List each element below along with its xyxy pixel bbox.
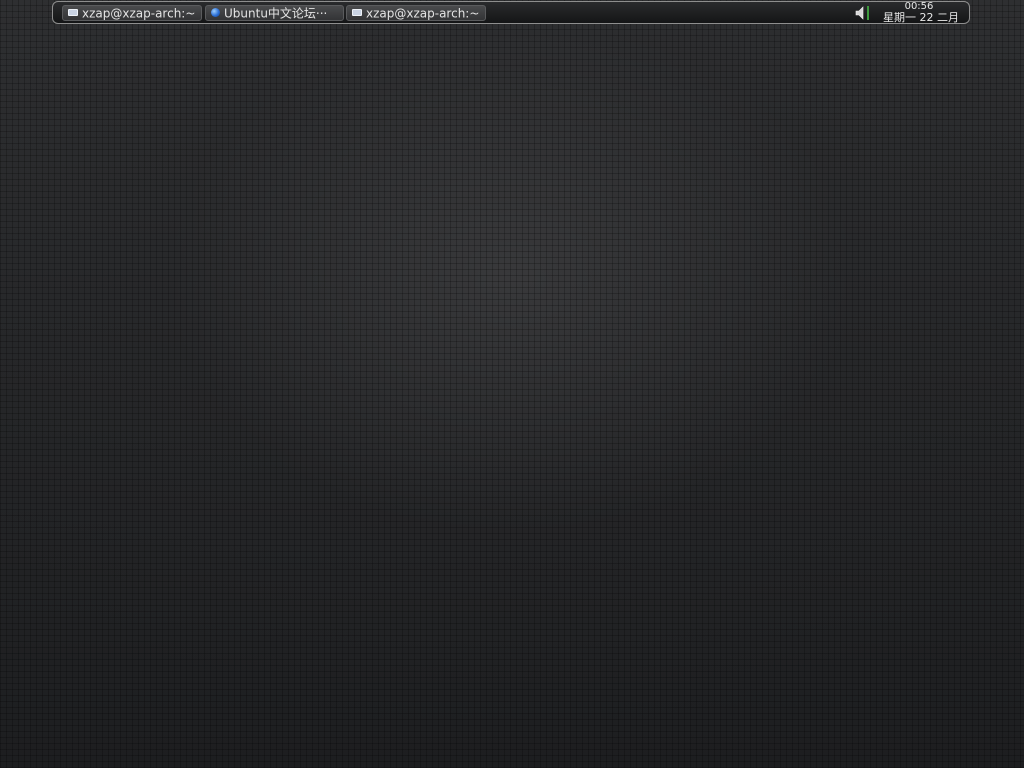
taskbar-item-label: Ubuntu中文论坛··· — [224, 6, 328, 21]
browser-icon — [211, 8, 220, 17]
taskbar-item-browser[interactable]: Ubuntu中文论坛··· — [205, 5, 344, 21]
terminal-icon — [68, 9, 78, 16]
clock-date[interactable]: 星期一 22 二月 — [876, 11, 966, 24]
terminal-icon — [352, 9, 362, 16]
taskbar-item-terminal-1[interactable]: xzap@xzap-arch:~ — [62, 5, 202, 21]
top-panel: xzap@xzap-arch:~ Ubuntu中文论坛··· xzap@xzap… — [52, 1, 970, 24]
taskbar-item-label: xzap@xzap-arch:~ — [82, 6, 196, 21]
volume-level-meter[interactable] — [867, 6, 869, 20]
taskbar-item-terminal-2[interactable]: xzap@xzap-arch:~ — [346, 5, 486, 21]
taskbar-item-label: xzap@xzap-arch:~ — [366, 6, 480, 21]
speaker-icon[interactable] — [855, 6, 865, 20]
desktop-background[interactable] — [0, 0, 1024, 768]
